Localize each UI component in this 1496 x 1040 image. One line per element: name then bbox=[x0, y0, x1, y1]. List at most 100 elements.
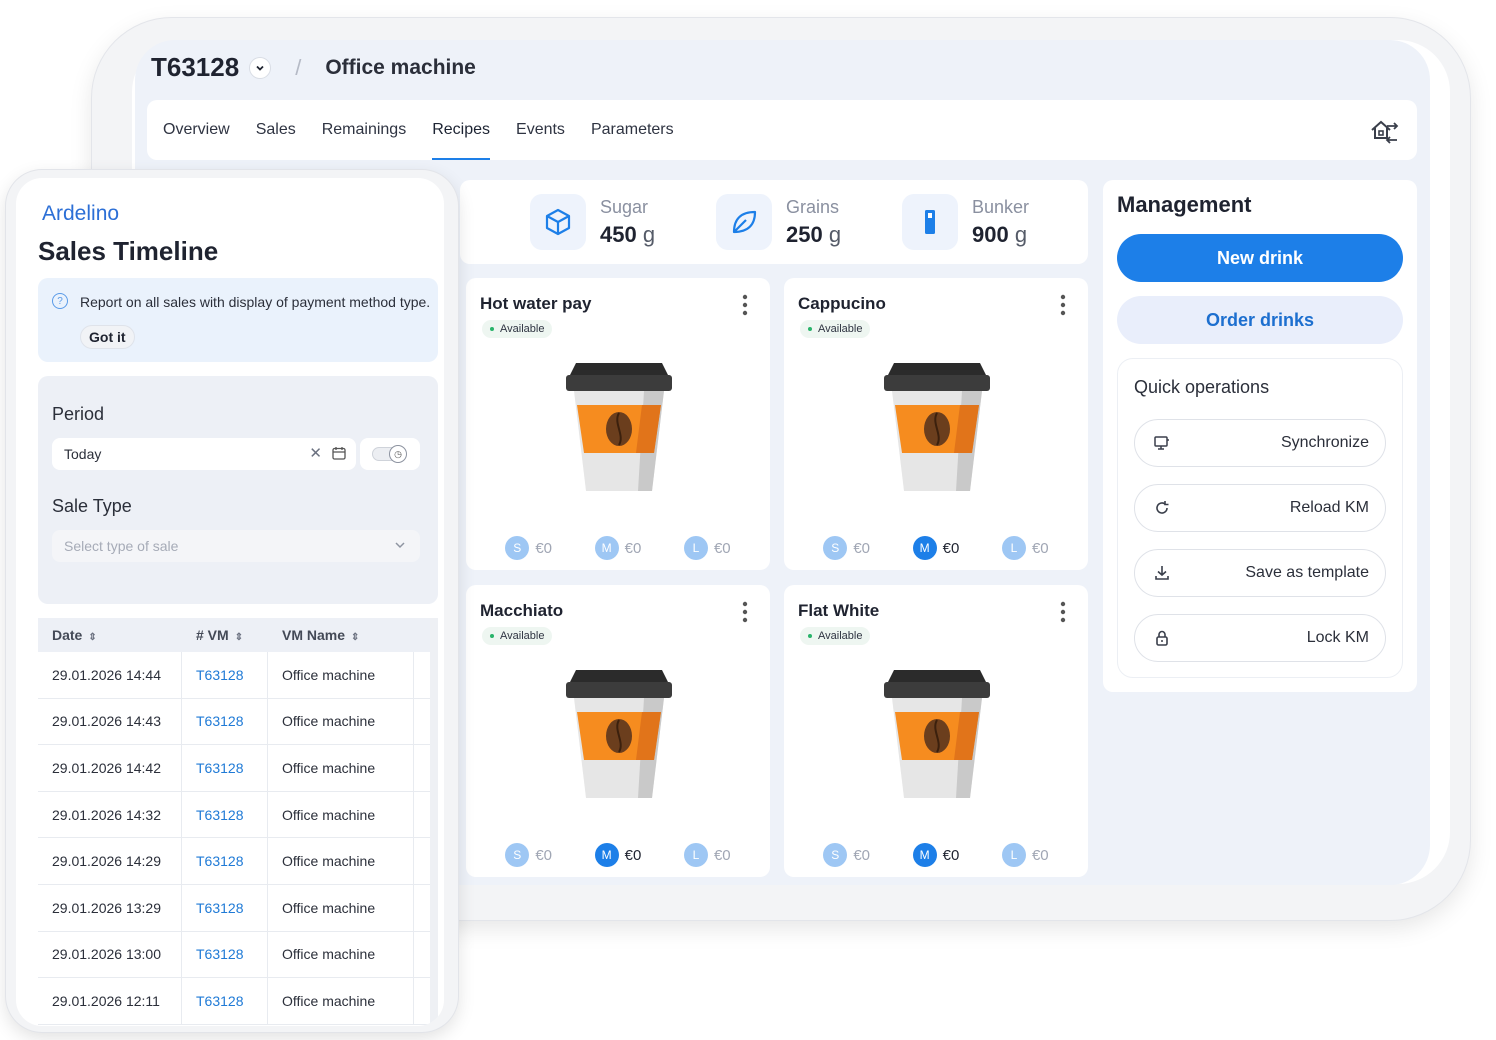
management-panel: Management New drink Order drinks Quick … bbox=[1103, 180, 1417, 692]
order-drinks-button[interactable]: Order drinks bbox=[1117, 296, 1403, 344]
vm-link[interactable]: T63128 bbox=[182, 884, 268, 931]
phone-screen: Ardelino Sales Timeline ? Report on all … bbox=[16, 178, 444, 1026]
drink-card[interactable]: Flat White Available S €0 M €0 L €0 bbox=[784, 585, 1088, 877]
column-vm-name[interactable]: VM Name ⇕ bbox=[268, 627, 414, 643]
quick-label: Lock KM bbox=[1306, 629, 1369, 646]
column-date[interactable]: Date ⇕ bbox=[38, 627, 182, 643]
status-badge: Available bbox=[800, 320, 871, 338]
machine-name: Office machine bbox=[325, 55, 476, 79]
vm-link[interactable]: T63128 bbox=[182, 931, 268, 978]
table-row[interactable]: 29.01.2026 14:42 T63128 Office machine bbox=[38, 745, 438, 792]
size-option-l[interactable]: L €0 bbox=[1001, 536, 1049, 560]
stat-bunker: Bunker 900 g bbox=[902, 194, 1029, 250]
quick-label: Reload KM bbox=[1289, 499, 1369, 516]
table-row[interactable]: 29.01.2026 13:29 T63128 Office machine bbox=[38, 884, 438, 932]
table-row[interactable]: 29.01.2026 12:11 T63128 Office machine bbox=[38, 978, 438, 1025]
phone-frame: Ardelino Sales Timeline ? Report on all … bbox=[6, 170, 458, 1032]
size-option-m[interactable]: M €0 bbox=[594, 536, 641, 560]
save-as-template-button[interactable]: Save as template bbox=[1134, 549, 1386, 597]
size-option-m[interactable]: M €0 bbox=[594, 843, 641, 867]
vm-link[interactable]: T63128 bbox=[182, 698, 268, 745]
table-scrollbar[interactable] bbox=[430, 618, 438, 1026]
more-options-icon[interactable] bbox=[742, 294, 748, 316]
new-drink-button[interactable]: New drink bbox=[1117, 234, 1403, 282]
more-options-icon[interactable] bbox=[1060, 601, 1066, 623]
stat-value: 450 bbox=[600, 221, 637, 247]
chevron-down-icon[interactable] bbox=[249, 56, 272, 79]
drink-name: Macchiato bbox=[480, 601, 564, 620]
breadcrumb: T63128 / Office machine bbox=[151, 52, 476, 83]
size-option-s[interactable]: S €0 bbox=[823, 536, 870, 560]
table-row[interactable]: 29.01.2026 14:29 T63128 Office machine bbox=[38, 838, 438, 885]
synchronize-button[interactable]: Synchronize bbox=[1134, 419, 1386, 467]
filters-panel: Period Today ✕ ◷ Sale Type Select type o… bbox=[38, 376, 438, 604]
brand-logo: Ardelino bbox=[42, 202, 120, 225]
sale-type-placeholder: Select type of sale bbox=[64, 538, 179, 554]
size-option-l[interactable]: L €0 bbox=[683, 536, 731, 560]
got-it-button[interactable]: Got it bbox=[80, 325, 135, 349]
vm-link[interactable]: T63128 bbox=[182, 791, 268, 838]
quick-operations: Quick operations Synchronize Reload KM S… bbox=[1117, 358, 1403, 678]
machine-id: T63128 bbox=[151, 52, 240, 82]
vm-link[interactable]: T63128 bbox=[182, 745, 268, 791]
stat-label: Bunker bbox=[972, 196, 1030, 217]
tab-overview[interactable]: Overview bbox=[163, 100, 230, 160]
period-input[interactable]: Today ✕ bbox=[52, 438, 356, 470]
drink-name: Flat White bbox=[798, 601, 880, 620]
tab-parameters[interactable]: Parameters bbox=[591, 100, 674, 160]
help-icon: ? bbox=[52, 293, 68, 309]
reload-km-button[interactable]: Reload KM bbox=[1134, 484, 1386, 532]
status-badge: Available bbox=[482, 320, 553, 338]
home-transfer-icon[interactable] bbox=[1369, 118, 1399, 144]
stat-unit: g bbox=[642, 221, 656, 247]
status-badge: Available bbox=[482, 627, 553, 645]
size-option-m[interactable]: M €0 bbox=[912, 536, 959, 560]
coffee-cup-icon bbox=[565, 362, 673, 492]
table-header: Date ⇕ # VM ⇕ VM Name ⇕ bbox=[38, 618, 438, 652]
size-option-s[interactable]: S €0 bbox=[505, 536, 552, 560]
lock-icon bbox=[1156, 630, 1168, 646]
tab-remainings[interactable]: Remainings bbox=[322, 100, 406, 160]
drink-name: Cappucino bbox=[798, 294, 886, 313]
calendar-icon[interactable] bbox=[332, 446, 346, 460]
drink-name: Hot water pay bbox=[480, 294, 592, 313]
tab-events[interactable]: Events bbox=[516, 100, 565, 160]
vm-link[interactable]: T63128 bbox=[182, 652, 268, 698]
lock-km-button[interactable]: Lock KM bbox=[1134, 614, 1386, 662]
drink-card[interactable]: Macchiato Available S €0 M €0 L €0 bbox=[466, 585, 770, 877]
stat-unit: g bbox=[1014, 221, 1028, 247]
clear-icon[interactable]: ✕ bbox=[309, 438, 322, 470]
leaf-icon bbox=[716, 194, 772, 250]
size-option-l[interactable]: L €0 bbox=[683, 843, 731, 867]
more-options-icon[interactable] bbox=[1060, 294, 1066, 316]
period-label: Period bbox=[52, 404, 105, 424]
tab-recipes[interactable]: Recipes bbox=[432, 100, 490, 160]
drink-card[interactable]: Cappucino Available S €0 M €0 L €0 bbox=[784, 278, 1088, 570]
sort-icon: ⇕ bbox=[351, 632, 360, 643]
coffee-cup-icon bbox=[883, 669, 991, 799]
status-badge: Available bbox=[800, 627, 871, 645]
more-options-icon[interactable] bbox=[742, 601, 748, 623]
table-row[interactable]: 29.01.2026 13:00 T63128 Office machine bbox=[38, 931, 438, 979]
stat-unit: g bbox=[828, 221, 842, 247]
sort-icon: ⇕ bbox=[88, 632, 97, 643]
stat-sugar: Sugar 450 g bbox=[530, 194, 655, 250]
column-vm[interactable]: # VM ⇕ bbox=[182, 627, 268, 643]
table-row[interactable]: 29.01.2026 14:32 T63128 Office machine bbox=[38, 791, 438, 839]
size-option-m[interactable]: M €0 bbox=[912, 843, 959, 867]
stat-label: Grains bbox=[786, 196, 840, 217]
size-option-l[interactable]: L €0 bbox=[1001, 843, 1049, 867]
size-option-s[interactable]: S €0 bbox=[823, 843, 870, 867]
drink-card[interactable]: Hot water pay Available S €0 M €0 L €0 bbox=[466, 278, 770, 570]
quick-label: Synchronize bbox=[1280, 434, 1369, 451]
time-toggle[interactable]: ◷ bbox=[360, 438, 420, 470]
tab-sales[interactable]: Sales bbox=[256, 100, 296, 160]
download-icon bbox=[1155, 566, 1169, 580]
table-row[interactable]: 29.01.2026 14:43 T63128 Office machine bbox=[38, 698, 438, 746]
sale-type-select[interactable]: Select type of sale bbox=[52, 530, 420, 562]
size-option-s[interactable]: S €0 bbox=[505, 843, 552, 867]
table-row[interactable]: 29.01.2026 14:44 T63128 Office machine bbox=[38, 652, 438, 699]
vm-link[interactable]: T63128 bbox=[182, 838, 268, 884]
vm-link[interactable]: T63128 bbox=[182, 978, 268, 1024]
sync-device-icon bbox=[1154, 436, 1169, 450]
